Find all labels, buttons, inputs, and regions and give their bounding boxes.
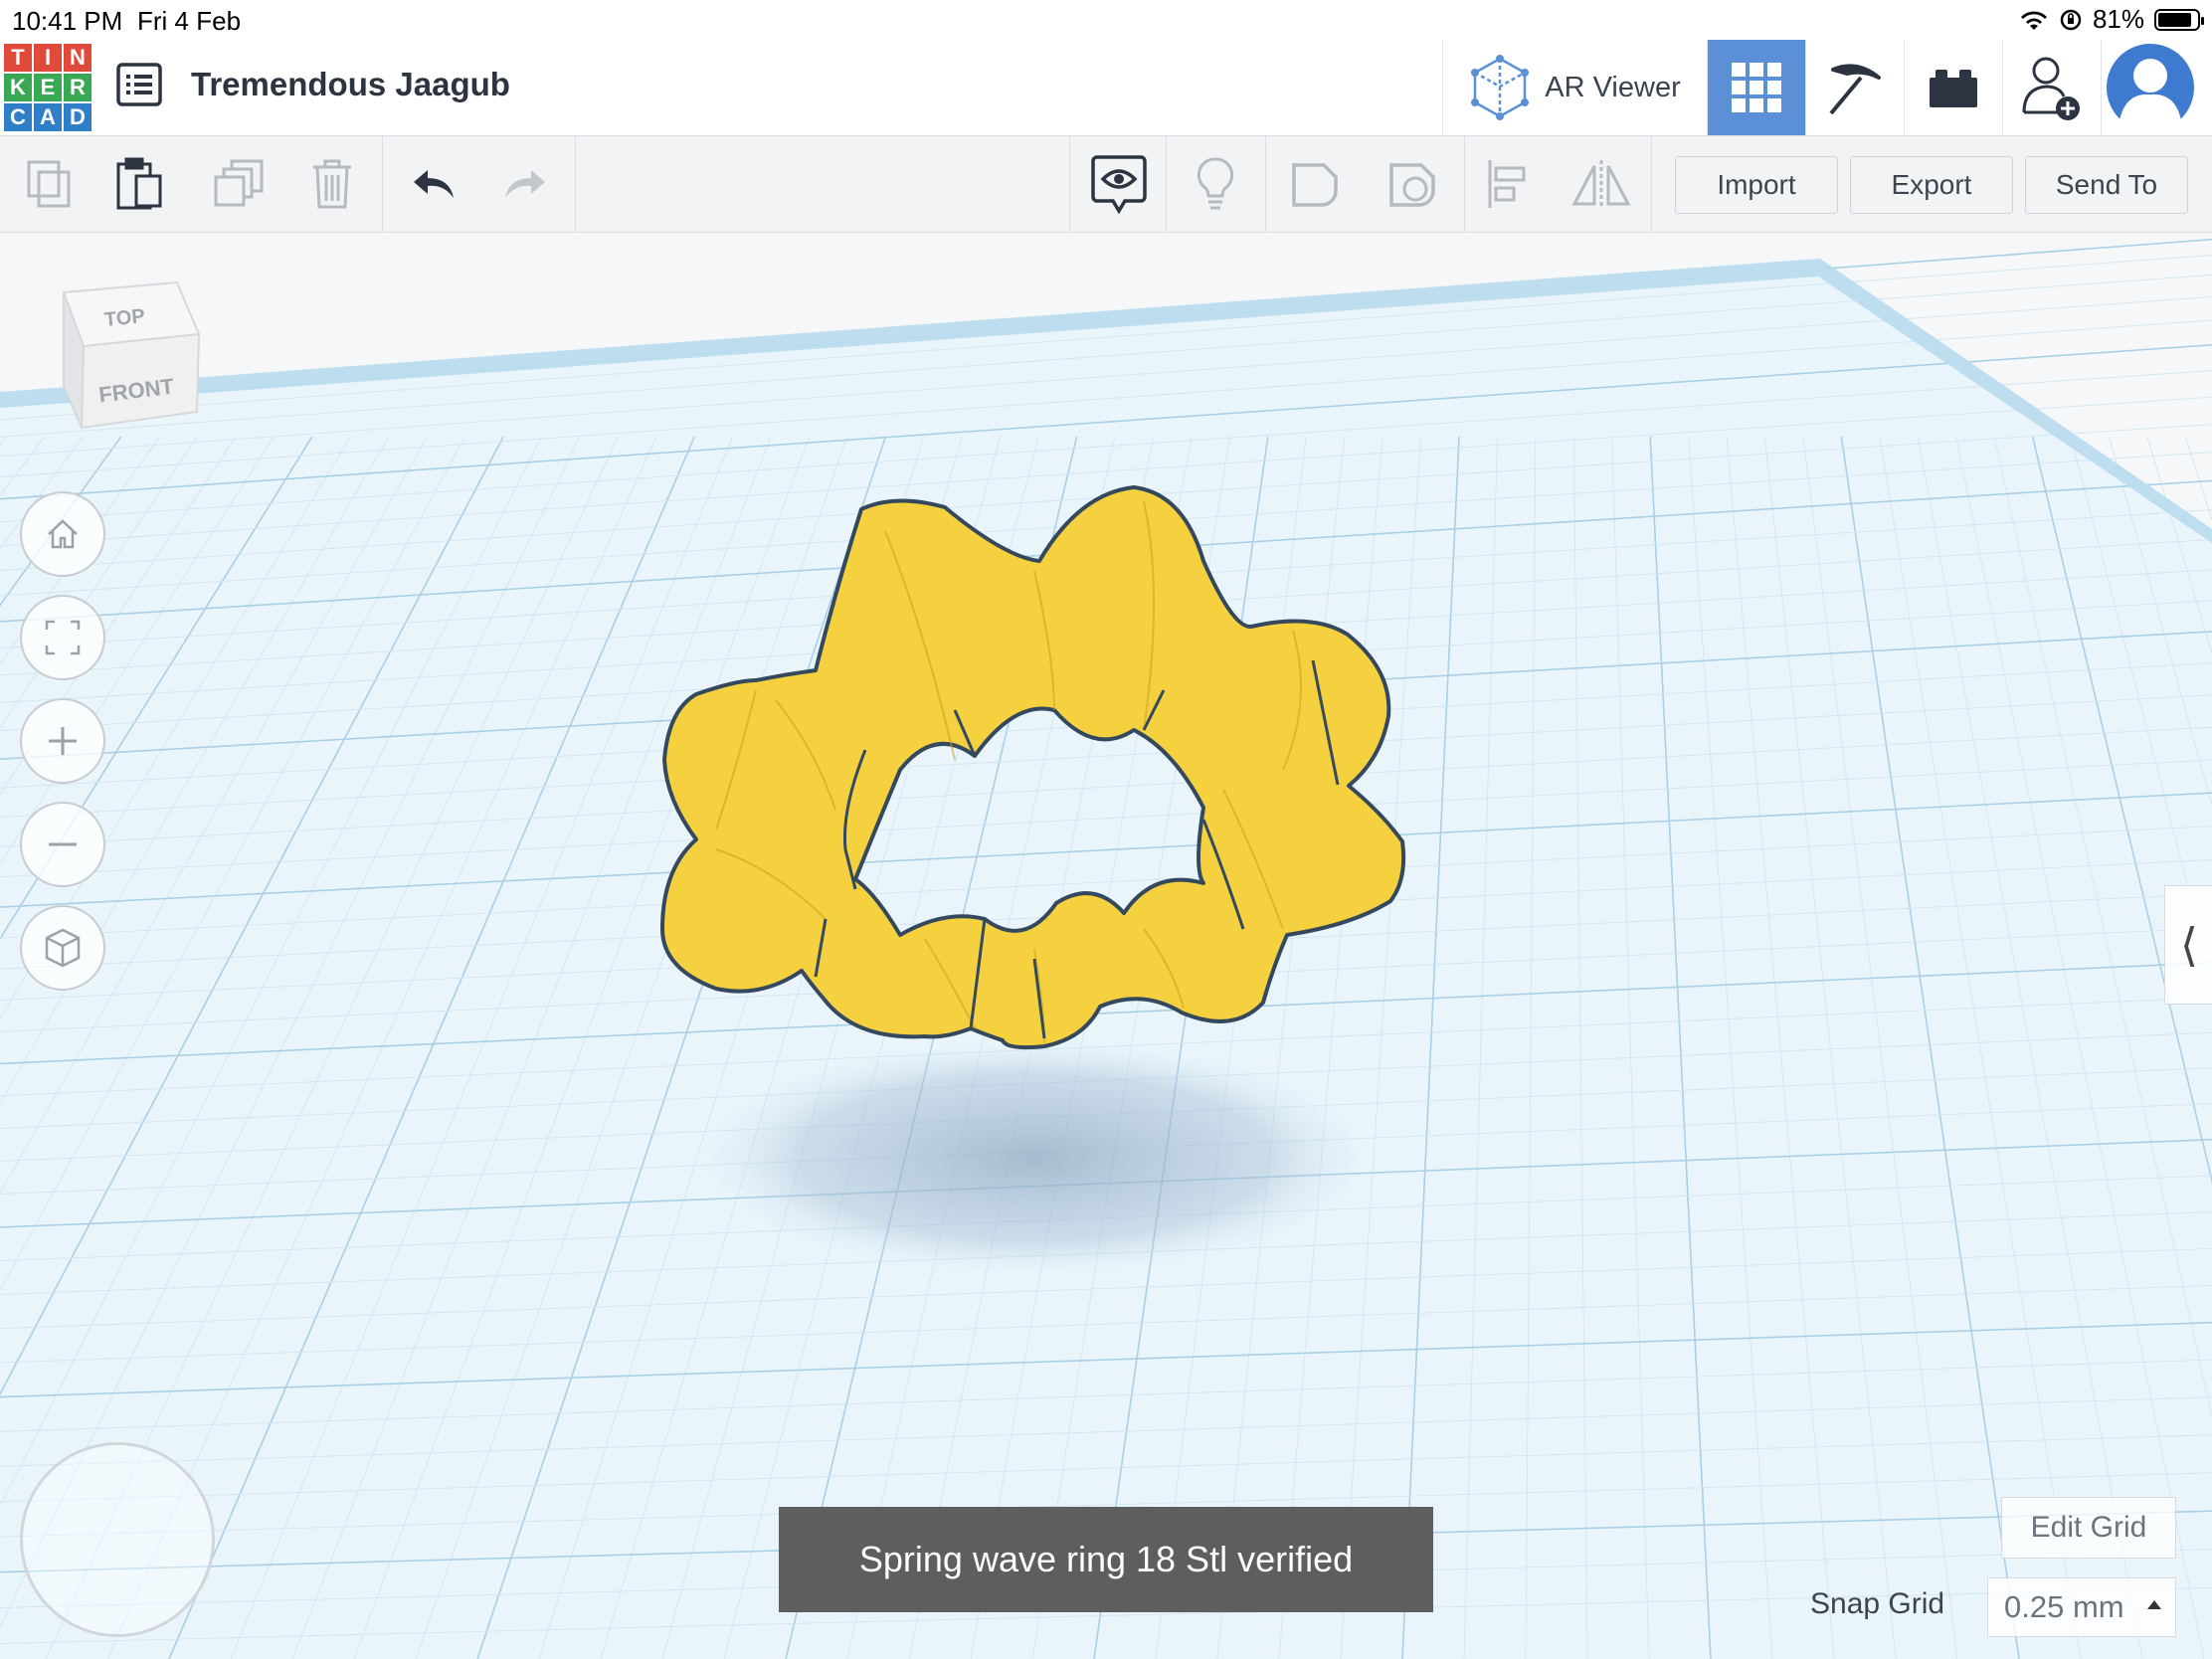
header-actions: AR Viewer — [1442, 40, 2199, 135]
perspective-cube-icon — [45, 928, 81, 968]
fit-view-button[interactable] — [20, 595, 105, 680]
logo-letter: T — [4, 44, 32, 72]
ar-viewer-label: AR Viewer — [1545, 71, 1681, 103]
workplane-viewport[interactable]: TOP FRONT ⟨ — [0, 233, 2212, 1659]
3d-design-view-button[interactable] — [1707, 40, 1805, 135]
solid-shape-icon — [1292, 163, 1338, 207]
brick-icon — [1930, 70, 1977, 107]
view-cube-top-label[interactable]: TOP — [103, 305, 146, 331]
align-button[interactable] — [1476, 136, 1540, 232]
bricks-view-button[interactable] — [1904, 40, 2002, 135]
wifi-icon — [2020, 10, 2047, 30]
logo-letter: R — [64, 74, 92, 101]
logo-letter: D — [64, 103, 92, 131]
undo-button[interactable] — [402, 136, 465, 232]
zoom-in-button[interactable] — [20, 698, 105, 784]
toast-message: Spring wave ring 18 Stl verified — [858, 1539, 1354, 1579]
invite-user-button[interactable] — [2002, 40, 2101, 135]
view-cube[interactable]: TOP FRONT — [58, 280, 207, 450]
zoom-out-button[interactable] — [20, 802, 105, 887]
logo-letter: K — [4, 74, 32, 101]
workplane-grid[interactable] — [0, 233, 2212, 1659]
battery-percent: 81% — [2092, 4, 2144, 34]
snap-grid-select[interactable]: 0.25 mm — [1987, 1577, 2176, 1637]
send-to-button[interactable]: Send To — [2025, 156, 2188, 214]
copy-button[interactable] — [18, 136, 82, 232]
export-button[interactable]: Export — [1850, 156, 2013, 214]
copy-icon — [27, 160, 71, 208]
notes-toggle-button[interactable] — [1084, 136, 1154, 232]
hints-button[interactable] — [1184, 136, 1247, 232]
caret-up-icon — [2147, 1600, 2161, 1609]
redo-icon — [505, 170, 545, 198]
perspective-toggle-button[interactable] — [20, 905, 105, 991]
eye-speech-icon — [1091, 155, 1147, 215]
home-icon — [48, 519, 78, 549]
orbit-joystick[interactable] — [20, 1442, 215, 1637]
status-date: Fri 4 Feb — [137, 6, 242, 36]
chevron-left-icon: ⟨ — [2180, 919, 2198, 971]
plus-icon — [49, 727, 77, 755]
model-shadow — [696, 1038, 1373, 1277]
mirror-button[interactable] — [1569, 136, 1633, 232]
avatar-icon — [2107, 44, 2194, 132]
add-user-icon — [2022, 57, 2080, 120]
logo-letter: A — [34, 103, 62, 131]
battery-icon — [2154, 8, 2204, 31]
home-view-button[interactable] — [20, 491, 105, 577]
trash-icon — [313, 159, 351, 209]
logo-letter: N — [64, 44, 92, 72]
edit-grid-button[interactable]: Edit Grid — [2001, 1497, 2176, 1559]
align-icon — [1488, 160, 1526, 208]
duplicate-icon — [214, 159, 264, 207]
ar-cube-icon — [1471, 55, 1530, 120]
design-list-button[interactable] — [114, 62, 164, 107]
redo-button[interactable] — [493, 136, 557, 232]
list-icon — [116, 63, 162, 106]
notification-toast: Spring wave ring 18 Stl verified — [779, 1507, 1433, 1612]
hole-shape-icon — [1389, 163, 1435, 207]
hole-button[interactable] — [1381, 136, 1444, 232]
duplicate-button[interactable] — [207, 136, 271, 232]
minus-icon — [49, 842, 77, 846]
paste-icon — [116, 157, 162, 210]
tinkercad-logo[interactable]: TIN KER CAD — [4, 44, 92, 131]
mirror-icon — [1571, 160, 1631, 208]
grid-icon — [1732, 63, 1781, 112]
user-avatar[interactable] — [2101, 40, 2199, 135]
pickaxe-icon — [1829, 64, 1881, 115]
status-time: 10:41 PM — [12, 6, 123, 36]
undo-icon — [414, 170, 454, 198]
paste-button[interactable] — [107, 136, 171, 232]
orientation-lock-icon — [2060, 9, 2082, 30]
snap-grid-value: 0.25 mm — [2004, 1589, 2124, 1624]
edit-toolbar: Import Export Send To — [0, 136, 2212, 233]
ar-viewer-button[interactable]: AR Viewer — [1442, 40, 1707, 135]
lightbulb-icon — [1197, 157, 1234, 210]
snap-grid-label: Snap Grid — [1810, 1587, 1945, 1620]
delete-button[interactable] — [300, 136, 364, 232]
solid-button[interactable] — [1283, 136, 1347, 232]
project-title[interactable]: Tremendous Jaagub — [191, 66, 510, 103]
logo-letter: E — [34, 74, 62, 101]
logo-letter: I — [34, 44, 62, 72]
status-indicators: 81% — [2019, 4, 2204, 35]
blocks-editor-button[interactable] — [1805, 40, 1904, 135]
import-button[interactable]: Import — [1675, 156, 1838, 214]
status-bar: 10:41 PM Fri 4 Feb 81% — [0, 0, 2212, 40]
collapse-panel-button[interactable]: ⟨ — [2164, 885, 2212, 1005]
logo-letter: C — [4, 103, 32, 131]
fit-all-icon — [45, 620, 81, 655]
